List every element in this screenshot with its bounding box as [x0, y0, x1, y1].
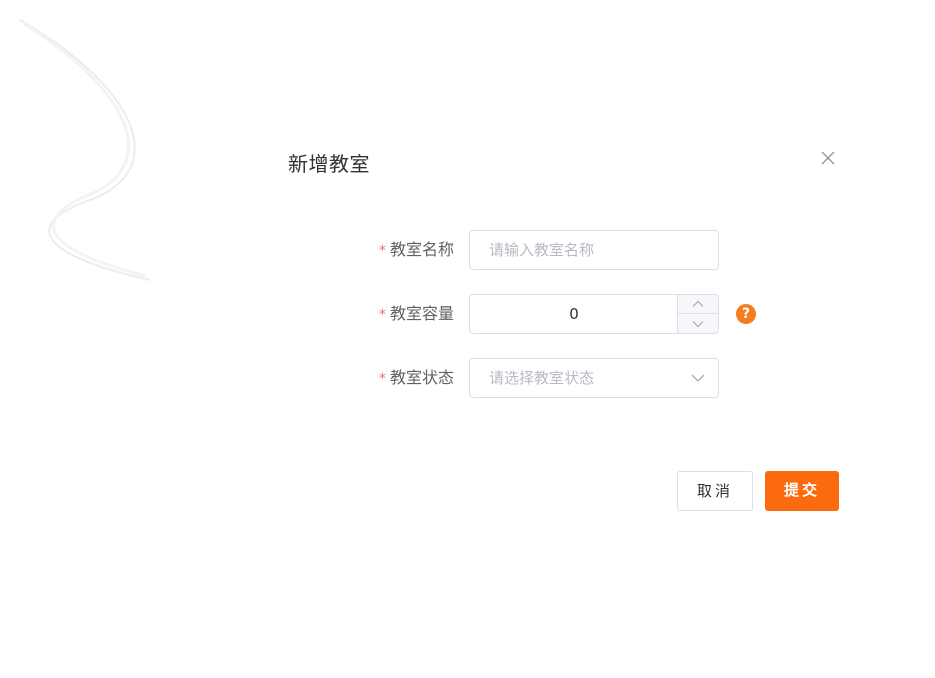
form-row-status: * 教室状态 请选择教室状态 — [340, 358, 780, 398]
form-row-name: * 教室名称 请输入教室名称 — [340, 230, 780, 270]
dialog-title: 新增教室 — [288, 152, 370, 176]
status-label-text: 教室状态 — [389, 368, 454, 387]
capacity-value[interactable]: 0 — [470, 295, 678, 333]
required-mark: * — [378, 371, 386, 387]
capacity-number-input[interactable]: 0 — [469, 294, 719, 334]
name-label-text: 教室名称 — [389, 240, 454, 259]
chevron-up-icon — [692, 300, 704, 307]
capacity-stepper — [677, 295, 718, 333]
status-label: * 教室状态 — [340, 358, 454, 398]
name-label: * 教室名称 — [340, 230, 454, 270]
decrease-button[interactable] — [678, 314, 718, 333]
question-icon[interactable]: ? — [736, 304, 756, 324]
form-row-capacity: * 教室容量 0 ? — [340, 294, 780, 334]
status-select[interactable]: 请选择教室状态 — [469, 358, 719, 398]
chevron-down-icon — [692, 320, 704, 327]
capacity-label-text: 教室容量 — [389, 304, 454, 323]
close-icon — [821, 151, 835, 165]
close-button[interactable] — [818, 148, 838, 168]
chevron-down-icon — [691, 374, 705, 382]
background-decoration — [19, 19, 151, 281]
required-mark: * — [378, 307, 386, 323]
name-input-placeholder: 请输入教室名称 — [489, 241, 595, 259]
page-canvas: 新增教室 * 教室名称 请输入教室名称 * 教室容量 0 ? * 教室状态 请选… — [0, 0, 935, 678]
increase-button[interactable] — [678, 295, 718, 314]
required-mark: * — [378, 243, 386, 259]
capacity-label: * 教室容量 — [340, 294, 454, 334]
submit-button[interactable]: 提交 — [765, 471, 839, 511]
cancel-button[interactable]: 取消 — [677, 471, 753, 511]
name-input[interactable]: 请输入教室名称 — [469, 230, 719, 270]
status-select-placeholder: 请选择教室状态 — [489, 369, 595, 387]
